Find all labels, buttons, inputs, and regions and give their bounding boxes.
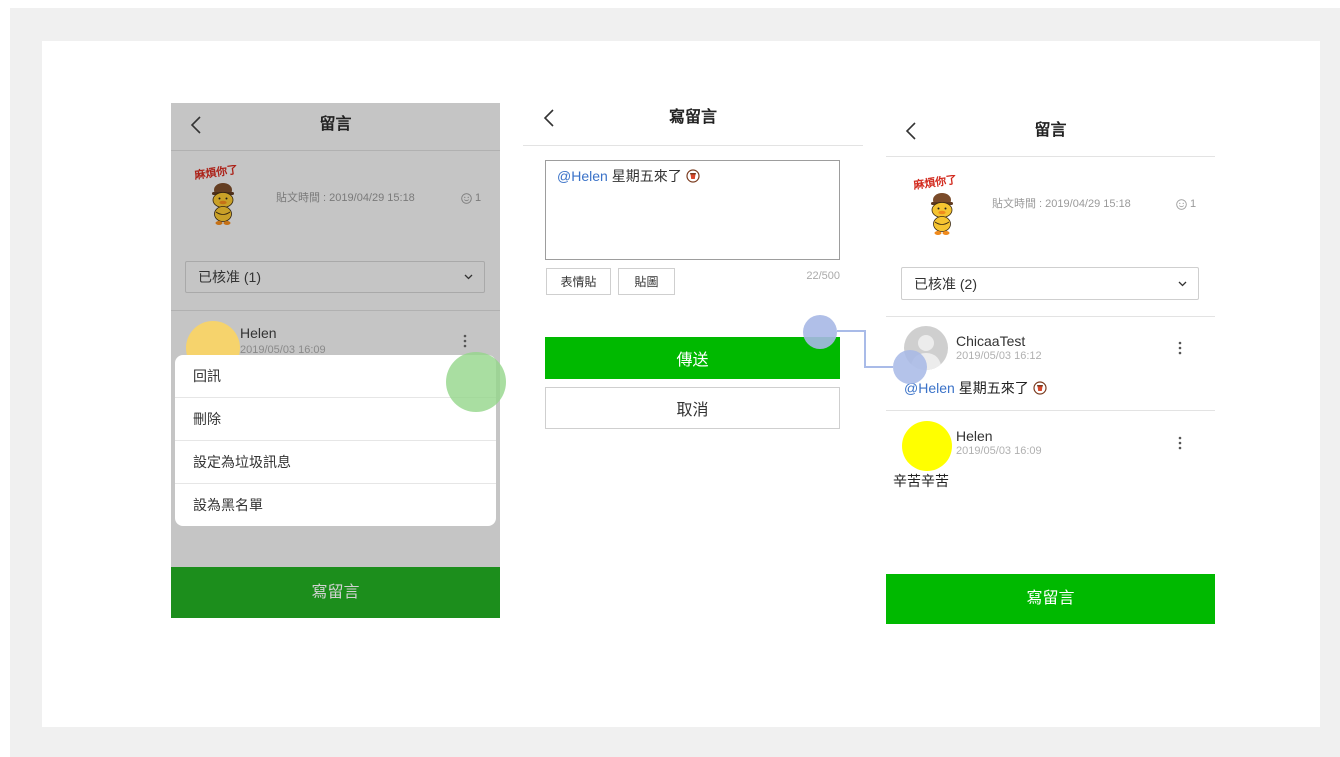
comment-input-content: @Helen 星期五來了	[557, 166, 828, 186]
comment-input[interactable]: @Helen 星期五來了	[545, 160, 840, 260]
comment-body: 辛苦辛苦	[893, 473, 949, 489]
character-counter: 22/500	[806, 270, 840, 282]
smiley-icon	[1176, 198, 1187, 210]
comment-more-button[interactable]	[1177, 436, 1183, 450]
comment-text: 辛苦辛苦	[893, 472, 949, 490]
smiley-icon	[461, 192, 472, 204]
page-title: 留言	[319, 116, 352, 133]
header-divider	[886, 156, 1215, 157]
menu-item-mark-spam[interactable]: 設定為垃圾訊息	[175, 441, 496, 484]
reaction-count-value: 1	[1190, 198, 1197, 210]
comment-author: Helen	[956, 428, 993, 444]
comment-author: ChicaaTest	[956, 333, 1026, 349]
post-sticker-image: 麻煩你了	[193, 165, 239, 225]
comment-body: 星期五來了	[958, 380, 1029, 396]
write-comment-button[interactable]: 寫留言	[886, 574, 1215, 624]
filter-selected-value: 已核准 (1)	[198, 269, 261, 285]
sticker-emoji-icon	[686, 169, 700, 183]
kebab-menu-icon	[1178, 341, 1182, 355]
flow-connector-line	[837, 330, 893, 368]
menu-item-delete[interactable]: 刪除	[175, 398, 496, 441]
emoji-button[interactable]: 表情貼	[546, 268, 611, 295]
reaction-count-value: 1	[475, 192, 482, 204]
kebab-menu-icon	[463, 334, 467, 348]
write-comment-button[interactable]: 寫留言	[171, 567, 500, 618]
sticker-emoji-icon	[1033, 381, 1047, 395]
sticker-caption: 麻煩你了	[912, 175, 958, 192]
comment-list-screen: 留言 麻煩你了 貼文時間 : 2019/04/29 15:18 1 已核准 (2…	[886, 103, 1215, 624]
reaction-count[interactable]: 1	[1176, 197, 1196, 211]
comment-time: 2019/05/03 16:12	[956, 350, 1042, 362]
touch-point-icon	[446, 352, 506, 412]
comment-list-screen-with-menu: 留言 麻煩你了 貼文時間 : 2019/04/29 15:18 1 已核准 (1…	[171, 103, 506, 618]
sticker-button[interactable]: 貼圖	[618, 268, 675, 295]
approval-filter-select[interactable]: 已核准 (2)	[901, 267, 1199, 300]
filter-divider	[171, 310, 500, 311]
avatar[interactable]	[902, 421, 952, 471]
menu-item-blacklist[interactable]: 設為黑名單	[175, 484, 496, 526]
comment-time: 2019/05/03 16:09	[956, 445, 1042, 457]
header-divider	[171, 150, 500, 151]
comment-more-button[interactable]	[1177, 341, 1183, 355]
mention-text: @Helen	[557, 168, 608, 184]
filter-divider	[886, 316, 1215, 317]
comment-divider	[886, 410, 1215, 411]
page-title: 寫留言	[668, 109, 717, 126]
sticker-caption: 麻煩你了	[193, 165, 239, 182]
cancel-button[interactable]: 取消	[545, 387, 840, 429]
approval-filter-select[interactable]: 已核准 (1)	[185, 261, 485, 293]
touch-point-icon	[803, 315, 837, 349]
touch-point-icon	[893, 350, 927, 384]
page-title: 留言	[1034, 122, 1067, 139]
kebab-menu-icon	[1178, 436, 1182, 450]
header-divider	[523, 145, 863, 146]
chevron-down-icon	[464, 274, 473, 280]
comment-more-button[interactable]	[462, 334, 468, 348]
input-text: 星期五來了	[611, 168, 682, 184]
tap-flow-annotation	[803, 315, 927, 384]
send-button[interactable]: 傳送	[545, 337, 840, 379]
post-time: 貼文時間 : 2019/04/29 15:18	[276, 192, 415, 204]
comment-author: Helen	[240, 325, 277, 341]
post-time: 貼文時間 : 2019/04/29 15:18	[992, 198, 1131, 210]
chevron-down-icon	[1178, 281, 1187, 286]
filter-selected-value: 已核准 (2)	[914, 275, 977, 292]
post-sticker-image: 麻煩你了	[912, 175, 958, 235]
reaction-count[interactable]: 1	[461, 191, 481, 205]
